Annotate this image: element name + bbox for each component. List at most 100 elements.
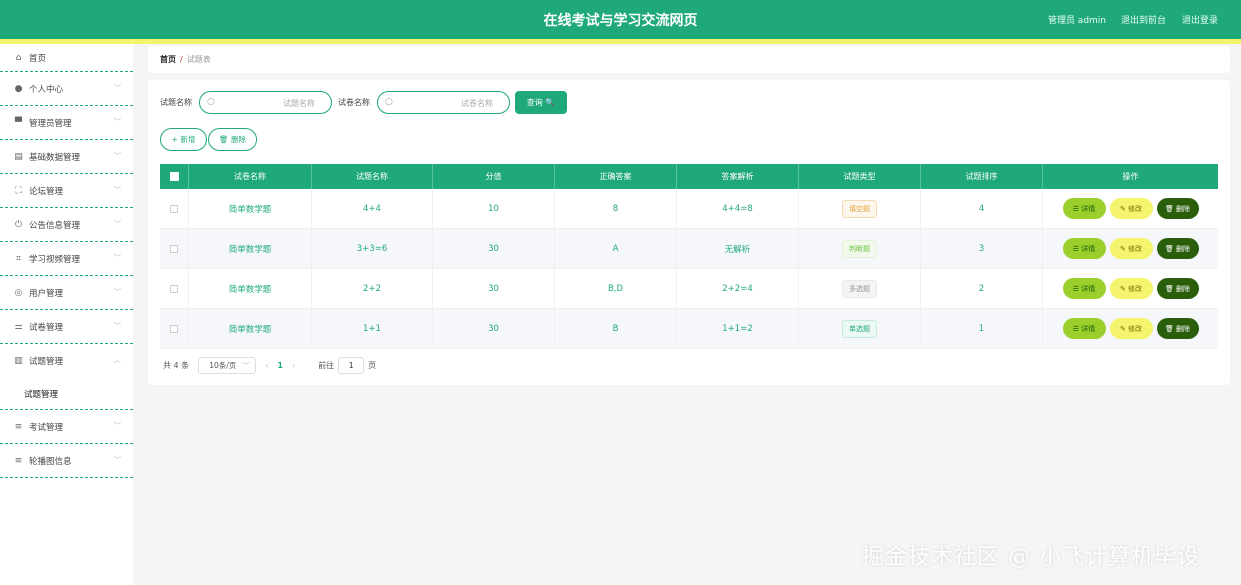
chevron-down-icon: ﹀: [114, 288, 121, 296]
page-unit-label: 页: [368, 360, 377, 370]
edit-button[interactable]: ✎ 修改: [1109, 238, 1153, 259]
current-page[interactable]: 1: [277, 361, 283, 370]
crop-alt-icon: ⌗: [15, 253, 22, 264]
question-name-input[interactable]: ○ 试题名称: [199, 91, 332, 114]
chevron-down-icon: ﹀: [114, 456, 121, 464]
goto-page-input[interactable]: 1: [338, 356, 365, 374]
chevron-down-icon: ﹀: [114, 422, 121, 430]
cell-question: 3+3=6: [312, 229, 433, 268]
breadcrumb-current: 试题表: [186, 55, 211, 64]
type-tag: 判断题: [842, 239, 877, 258]
cell-order: 1: [921, 309, 1043, 348]
add-button[interactable]: + 新增: [160, 128, 207, 151]
sidebar-item-label: 考试管理: [29, 422, 64, 433]
sidebar-item-questions[interactable]: ▥ 试题管理 ︿: [0, 344, 133, 378]
col-header-paper: 试卷名称: [189, 164, 312, 189]
col-header-answer: 正确答案: [555, 164, 677, 189]
row-checkbox[interactable]: [170, 244, 178, 253]
sidebar-subitem-question-management[interactable]: 试题管理: [0, 378, 133, 410]
next-page-button[interactable]: ›: [292, 361, 295, 370]
row-delete-button[interactable]: 🗑 删除: [1156, 278, 1199, 299]
cell-answer: 8: [555, 189, 677, 228]
list-icon: ≡: [14, 455, 23, 466]
cell-order: 3: [921, 229, 1043, 268]
cell-score: 30: [433, 269, 555, 308]
edit-button[interactable]: ✎ 修改: [1109, 318, 1153, 339]
type-tag: 多选题: [842, 279, 877, 298]
row-delete-button[interactable]: 🗑 删除: [1156, 238, 1199, 259]
row-checkbox[interactable]: [170, 324, 178, 333]
cell-answer: B: [555, 309, 677, 348]
sidebar-item-papers[interactable]: ⚌ 试卷管理 ﹀: [0, 310, 133, 344]
table-row: 简单数学题 4+4 10 8 4+4=8 填空题 4 ☰ 详情 ✎ 修改 🗑 删…: [160, 189, 1218, 229]
detail-button[interactable]: ☰ 详情: [1062, 318, 1106, 339]
sidebar-item-label: 试卷管理: [29, 322, 64, 333]
prev-page-button[interactable]: ‹: [265, 361, 268, 370]
sidebar-item-carousel[interactable]: ≡ 轮播图信息 ﹀: [0, 444, 133, 478]
question-name-placeholder: 试题名称: [283, 99, 315, 108]
sidebar-item-basic-data[interactable]: ▤ 基础数据管理 ﹀: [0, 140, 133, 174]
cell-score: 30: [433, 309, 555, 348]
cell-analysis: 1+1=2: [677, 309, 799, 348]
delete-button[interactable]: 🗑 删除: [208, 128, 257, 151]
sidebar-item-label: 个人中心: [29, 84, 64, 95]
cell-paper: 简单数学题: [189, 269, 312, 308]
chevron-down-icon: ﹀: [114, 254, 121, 262]
row-delete-button[interactable]: 🗑 删除: [1156, 318, 1199, 339]
user-icon: ●: [14, 83, 23, 94]
detail-button[interactable]: ☰ 详情: [1062, 278, 1106, 299]
watermark: 掘金技术社区 @ 小飞计算机毕设: [862, 545, 1200, 570]
table-row: 简单数学题 1+1 30 B 1+1=2 单选题 1 ☰ 详情 ✎ 修改 🗑 删…: [160, 309, 1218, 349]
table-row: 简单数学题 2+2 30 B,D 2+2=4 多选题 2 ☰ 详情 ✎ 修改 🗑…: [160, 269, 1218, 309]
home-icon: ⌂: [15, 52, 22, 63]
row-delete-button[interactable]: 🗑 删除: [1156, 198, 1199, 219]
sidebar-item-home[interactable]: ⌂ 首页: [0, 44, 133, 72]
cell-paper: 简单数学题: [189, 189, 312, 228]
goto-label: 前往: [318, 360, 335, 370]
col-header-order: 试题排序: [921, 164, 1043, 189]
power-icon: ⏻: [14, 219, 23, 230]
row-checkbox[interactable]: [170, 284, 178, 293]
cell-analysis: 无解析: [677, 229, 799, 268]
cell-analysis: 4+4=8: [677, 189, 799, 228]
compass-icon: ◎: [14, 287, 23, 298]
paper-name-input[interactable]: ○ 试卷名称: [377, 91, 510, 114]
monitor-icon: ▀: [15, 117, 22, 128]
detail-button[interactable]: ☰ 详情: [1062, 238, 1106, 259]
row-checkbox[interactable]: [170, 204, 178, 213]
sidebar-item-users[interactable]: ◎ 用户管理 ﹀: [0, 276, 133, 310]
list-icon: ≡: [14, 421, 23, 432]
sidebar-item-exams[interactable]: ≡ 考试管理 ﹀: [0, 410, 133, 444]
breadcrumb-separator: /: [180, 55, 183, 64]
sidebar-item-announcement[interactable]: ⏻ 公告信息管理 ﹀: [0, 208, 133, 242]
page-size-select[interactable]: 10条/页 ﹀: [198, 356, 257, 374]
sidebar-item-label: 公告信息管理: [29, 220, 81, 231]
sidebar-item-personal-center[interactable]: ● 个人中心 ﹀: [0, 72, 133, 106]
edit-button[interactable]: ✎ 修改: [1109, 278, 1153, 299]
sidebar-item-forum[interactable]: ⛶ 论坛管理 ﹀: [0, 174, 133, 208]
select-all-cell: [160, 164, 189, 189]
select-all-checkbox[interactable]: [169, 172, 179, 181]
cell-score: 30: [433, 229, 555, 268]
sidebar-item-admin-management[interactable]: ▀ 管理员管理 ﹀: [0, 106, 133, 140]
cell-answer: B,D: [555, 269, 677, 308]
logout-link[interactable]: 退出登录: [1182, 13, 1218, 26]
cell-paper: 简单数学题: [189, 229, 312, 268]
top-bar: 在线考试与学习交流网页 管理员 admin 退出到前台 退出登录: [0, 0, 1241, 39]
sidebar-item-label: 轮播图信息: [29, 456, 72, 467]
query-button[interactable]: 查询 🔍: [515, 91, 567, 114]
breadcrumb: 首页 / 试题表: [148, 46, 1230, 73]
table-row: 简单数学题 3+3=6 30 A 无解析 判断题 3 ☰ 详情 ✎ 修改 🗑 删…: [160, 229, 1218, 269]
breadcrumb-home[interactable]: 首页: [160, 55, 176, 64]
back-to-front-link[interactable]: 退出到前台: [1121, 13, 1166, 26]
sidebar-item-video[interactable]: ⌗ 学习视频管理 ﹀: [0, 242, 133, 276]
chevron-down-icon: ﹀: [242, 361, 250, 370]
sidebar-item-label: 论坛管理: [29, 186, 64, 197]
detail-button[interactable]: ☰ 详情: [1062, 198, 1106, 219]
edit-button[interactable]: ✎ 修改: [1109, 198, 1153, 219]
top-accent-bar: [0, 39, 1241, 44]
cell-question: 2+2: [312, 269, 433, 308]
cell-paper: 简单数学题: [189, 309, 312, 348]
sidebar: ⌂ 首页 ● 个人中心 ﹀ ▀ 管理员管理 ﹀ ▤ 基础数据管理 ﹀ ⛶ 论坛管…: [0, 44, 133, 585]
type-tag: 填空题: [842, 199, 877, 218]
